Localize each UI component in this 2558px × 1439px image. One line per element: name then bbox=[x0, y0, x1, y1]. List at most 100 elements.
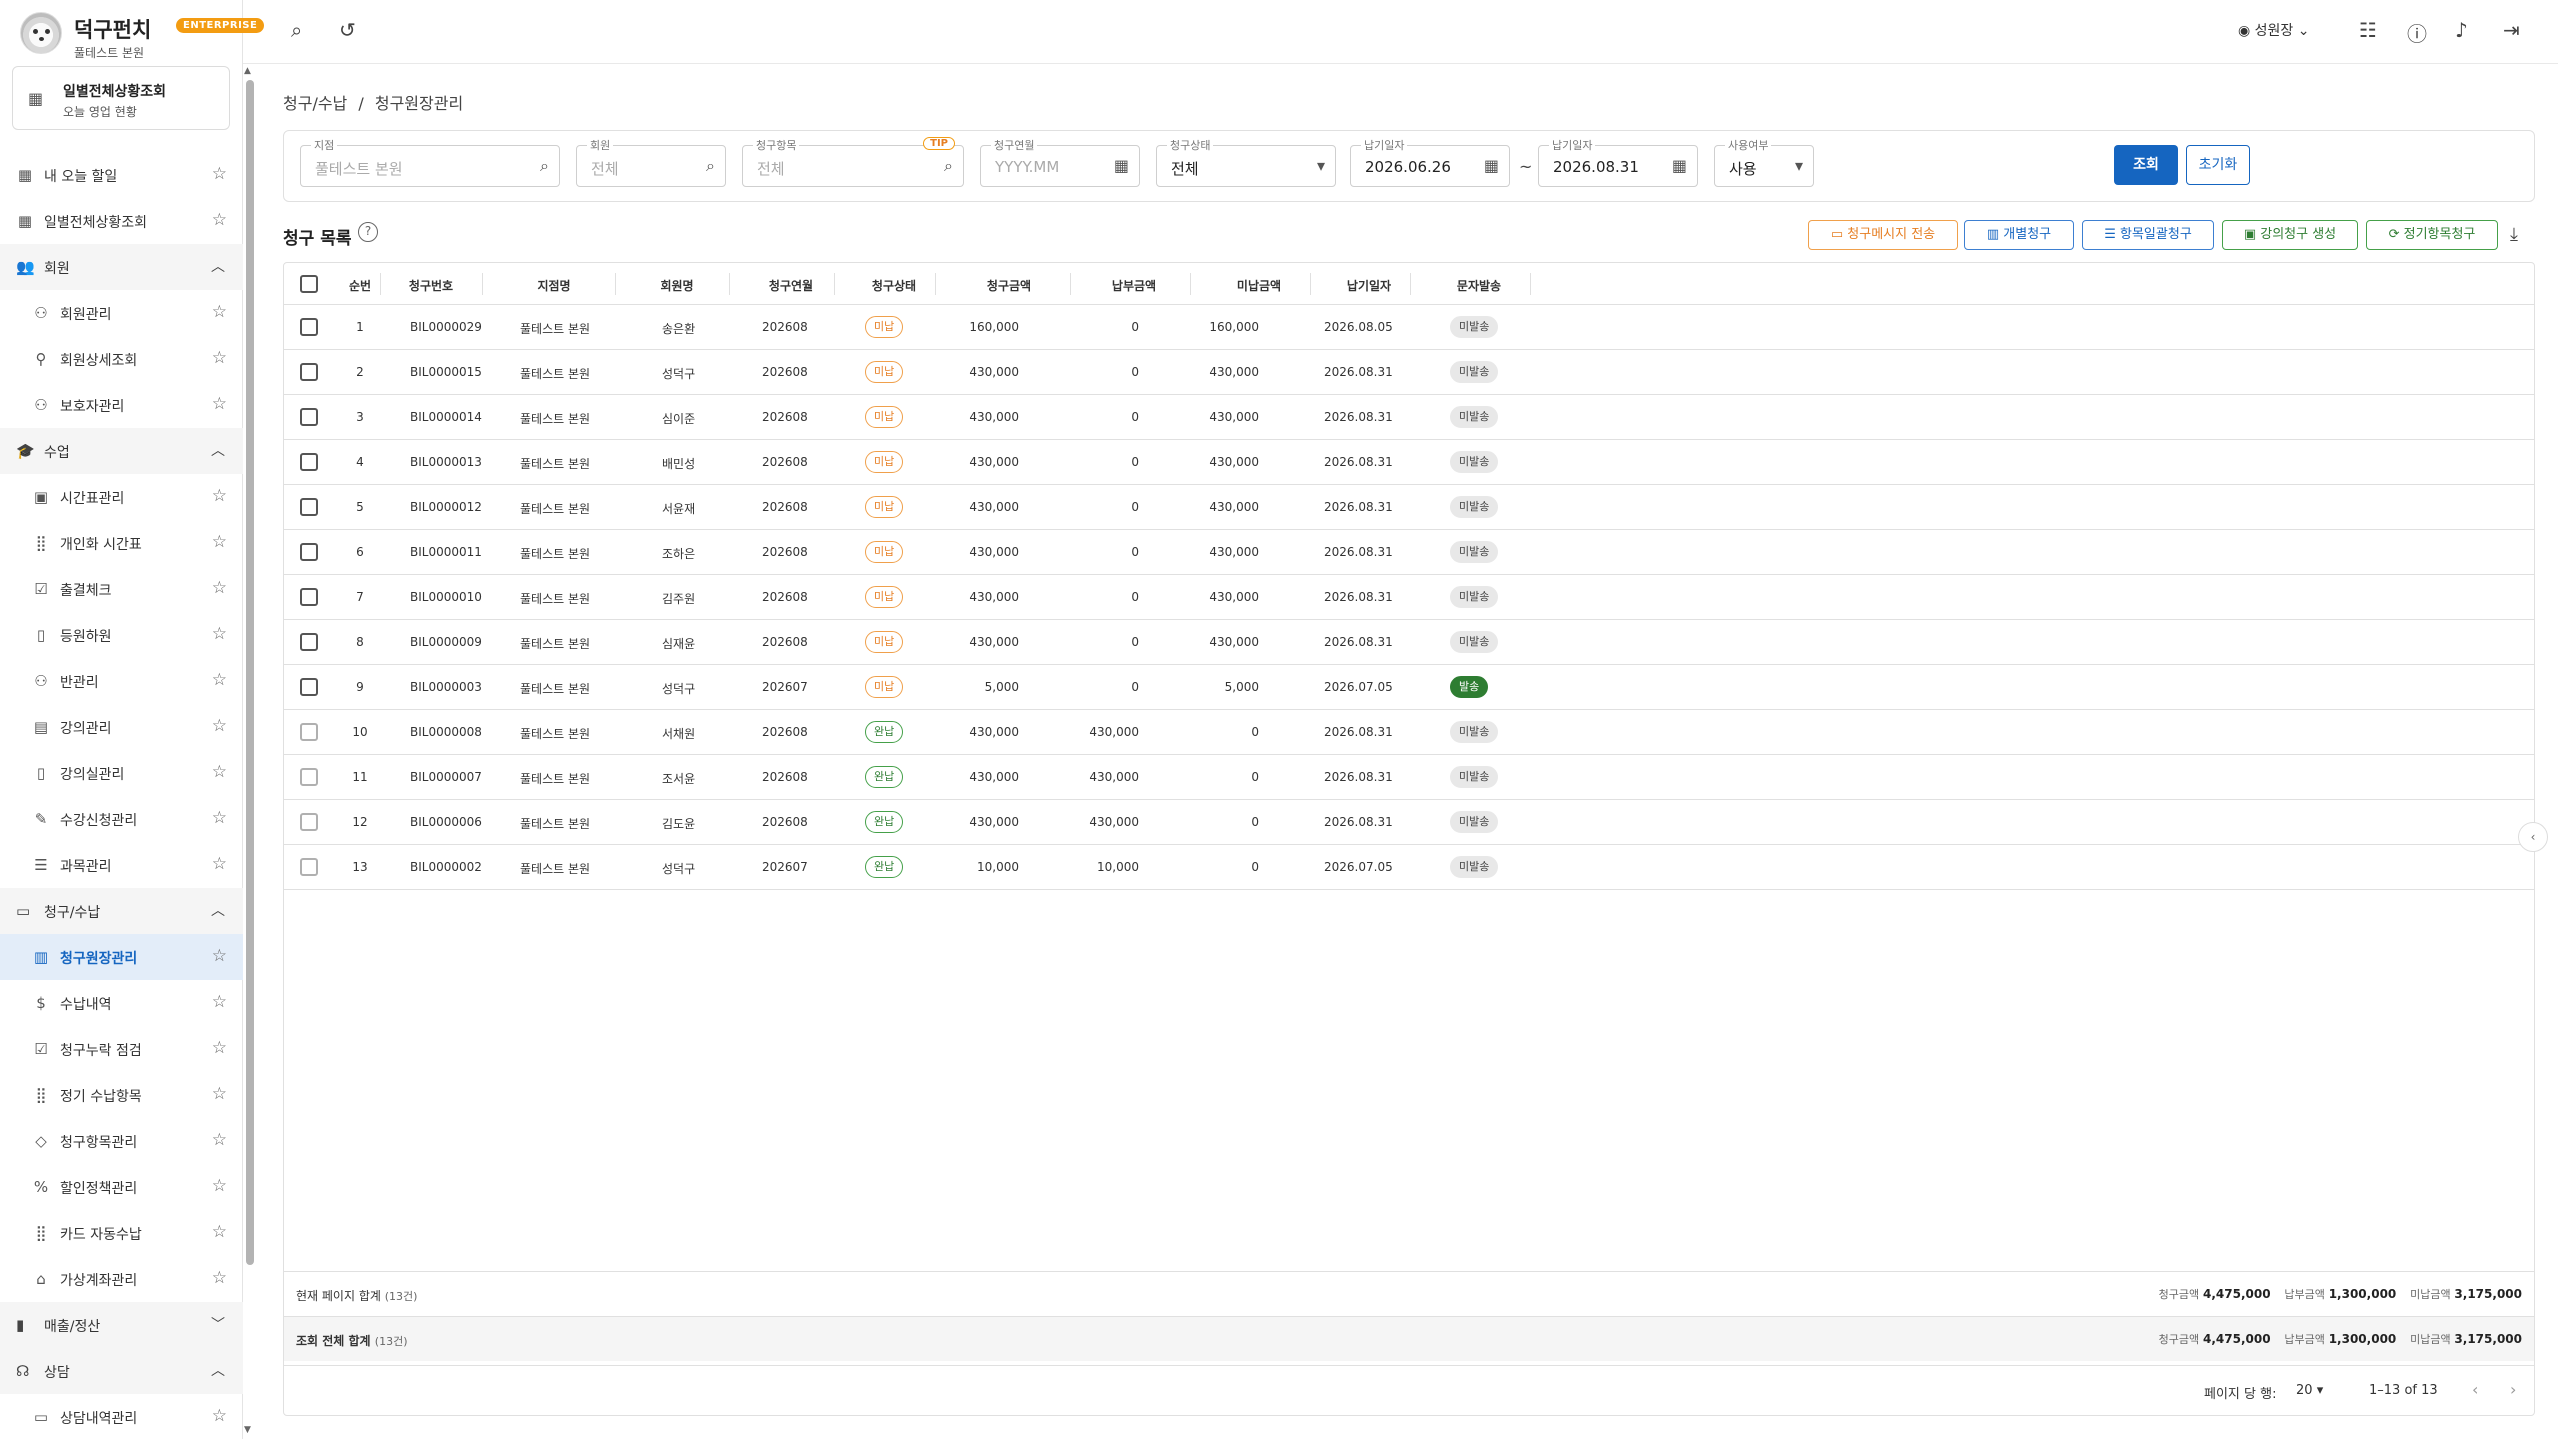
row-checkbox[interactable] bbox=[300, 453, 318, 471]
star-icon[interactable]: ☆ bbox=[212, 164, 227, 184]
column-header[interactable]: 지점명 bbox=[489, 277, 619, 294]
column-separator[interactable] bbox=[1530, 273, 1531, 295]
download-icon[interactable]: ⤓ bbox=[2510, 224, 2518, 245]
search-button[interactable]: 조회 bbox=[2114, 145, 2178, 185]
cell-member[interactable]: 송은환 bbox=[662, 320, 695, 337]
column-header[interactable]: 청구상태 bbox=[839, 277, 949, 294]
star-icon[interactable]: ☆ bbox=[212, 302, 227, 322]
sidebar-group[interactable]: 🎓 수업 ︿ bbox=[0, 428, 243, 474]
calendar-icon[interactable]: ▦ bbox=[1672, 156, 1687, 175]
table-row[interactable]: 8 BIL0000009 풀테스트 본원 심재윤 202608 미납 430,000 0 430… bbox=[284, 620, 2534, 665]
sidebar-item[interactable]: ☑ 출결체크 ☆ bbox=[0, 566, 243, 612]
star-icon[interactable]: ☆ bbox=[212, 1222, 227, 1242]
cell-bill-no[interactable]: BIL0000010 bbox=[410, 590, 482, 604]
star-icon[interactable]: ☆ bbox=[212, 578, 227, 598]
sidebar-group[interactable]: ☊ 상담 ︿ bbox=[0, 1348, 243, 1394]
cell-member[interactable]: 성덕구 bbox=[662, 365, 695, 382]
star-icon[interactable]: ☆ bbox=[212, 394, 227, 414]
bill-month-field[interactable]: 청구연월 YYYY.MM ▦ bbox=[980, 137, 1140, 187]
sidebar-group[interactable]: 👥 회원 ︿ bbox=[0, 244, 243, 290]
row-checkbox[interactable] bbox=[300, 723, 318, 741]
bill-item-field[interactable]: 청구항목 TIP 전체 ⌕ bbox=[742, 137, 964, 187]
sidebar-item[interactable]: ⣿ 개인화 시간표 ☆ bbox=[0, 520, 243, 566]
cell-member[interactable]: 심이준 bbox=[662, 410, 695, 427]
cell-bill-no[interactable]: BIL0000003 bbox=[410, 680, 482, 694]
sidebar-item[interactable]: ⚇ 보호자관리 ☆ bbox=[0, 382, 243, 428]
star-icon[interactable]: ☆ bbox=[212, 348, 227, 368]
scrollbar-thumb[interactable] bbox=[246, 80, 254, 1265]
column-header[interactable]: 청구금액 bbox=[944, 277, 1074, 294]
row-checkbox[interactable] bbox=[300, 678, 318, 696]
column-separator[interactable] bbox=[1190, 273, 1191, 295]
tip-badge[interactable]: TIP bbox=[923, 137, 955, 150]
lecture-bill-create-button[interactable]: ▣ 강의청구 생성 bbox=[2222, 220, 2358, 250]
cell-member[interactable]: 김주원 bbox=[662, 590, 695, 607]
send-bill-message-button[interactable]: ▭ 청구메시지 전송 bbox=[1808, 220, 1958, 250]
cell-member[interactable]: 성덕구 bbox=[662, 860, 695, 877]
column-separator[interactable] bbox=[834, 273, 835, 295]
cell-bill-no[interactable]: BIL0000002 bbox=[410, 860, 482, 874]
column-header[interactable]: 순번 bbox=[340, 277, 380, 294]
sidebar-item[interactable]: ⚇ 회원관리 ☆ bbox=[0, 290, 243, 336]
sidebar-item[interactable]: ☑ 청구누락 점검 ☆ bbox=[0, 1026, 243, 1072]
rows-per-page-select[interactable]: 20 ▾ bbox=[2296, 1383, 2323, 1398]
row-checkbox[interactable] bbox=[300, 858, 318, 876]
star-icon[interactable]: ☆ bbox=[212, 532, 227, 552]
star-icon[interactable]: ☆ bbox=[212, 210, 227, 230]
column-separator[interactable] bbox=[615, 273, 616, 295]
logout-icon[interactable]: ⇥ bbox=[2503, 18, 2520, 42]
cell-bill-no[interactable]: BIL0000029 bbox=[410, 320, 482, 334]
row-checkbox[interactable] bbox=[300, 768, 318, 786]
cell-bill-no[interactable]: BIL0000013 bbox=[410, 455, 482, 469]
column-separator[interactable] bbox=[935, 273, 936, 295]
sidebar-item[interactable]: ▭ 상담내역관리 ☆ bbox=[0, 1394, 243, 1439]
star-icon[interactable]: ☆ bbox=[212, 1268, 227, 1288]
column-separator[interactable] bbox=[380, 273, 381, 295]
row-checkbox[interactable] bbox=[300, 543, 318, 561]
chevron-up-icon[interactable]: ︿ bbox=[211, 256, 225, 276]
due-date-from-field[interactable]: 납기일자 2026.06.26 ▦ bbox=[1350, 137, 1510, 187]
sidebar-item[interactable]: ✎ 수강신청관리 ☆ bbox=[0, 796, 243, 842]
cell-member[interactable]: 김도윤 bbox=[662, 815, 695, 832]
sidebar-item[interactable]: ⣿ 정기 수납항목 ☆ bbox=[0, 1072, 243, 1118]
history-icon[interactable]: ↺ bbox=[339, 18, 356, 42]
cell-bill-no[interactable]: BIL0000009 bbox=[410, 635, 482, 649]
row-checkbox[interactable] bbox=[300, 318, 318, 336]
select-all-checkbox[interactable] bbox=[300, 275, 318, 293]
brand[interactable]: 덕구펀치 ENTERPRISE 풀테스트 본원 bbox=[20, 8, 265, 60]
row-checkbox[interactable] bbox=[300, 408, 318, 426]
chevron-up-icon[interactable]: ︿ bbox=[211, 900, 225, 920]
chevron-up-icon[interactable]: ︿ bbox=[211, 440, 225, 460]
search-icon[interactable]: ⌕ bbox=[706, 156, 715, 176]
prev-page-icon[interactable]: ‹ bbox=[2472, 1380, 2478, 1399]
star-icon[interactable]: ☆ bbox=[212, 762, 227, 782]
cell-member[interactable]: 배민성 bbox=[662, 455, 695, 472]
star-icon[interactable]: ☆ bbox=[212, 992, 227, 1012]
scroll-down-icon[interactable]: ▼ bbox=[244, 1425, 251, 1435]
star-icon[interactable]: ☆ bbox=[212, 854, 227, 874]
individual-bill-button[interactable]: ▥ 개별청구 bbox=[1964, 220, 2074, 250]
use-select[interactable]: 사용여부 사용 ▾ bbox=[1714, 137, 1814, 187]
table-row[interactable]: 7 BIL0000010 풀테스트 본원 김주원 202608 미납 430,000 0 430… bbox=[284, 575, 2534, 620]
cell-bill-no[interactable]: BIL0000015 bbox=[410, 365, 482, 379]
star-icon[interactable]: ☆ bbox=[212, 486, 227, 506]
table-row[interactable]: 1 BIL0000029 풀테스트 본원 송은환 202608 미납 160,000 0 160… bbox=[284, 305, 2534, 350]
search-icon[interactable]: ⌕ bbox=[540, 156, 549, 176]
table-row[interactable]: 12 BIL0000006 풀테스트 본원 김도윤 202608 완납 430,000 430… bbox=[284, 800, 2534, 845]
member-field[interactable]: 회원 전체 ⌕ bbox=[576, 137, 726, 187]
scroll-up-icon[interactable]: ▲ bbox=[244, 66, 251, 76]
column-header[interactable]: 회원명 bbox=[622, 277, 732, 294]
settings-sliders-icon[interactable]: ☷ bbox=[2359, 18, 2377, 42]
branch-field[interactable]: 지점 풀테스트 본원 ⌕ bbox=[300, 137, 560, 187]
row-checkbox[interactable] bbox=[300, 363, 318, 381]
sidebar-item[interactable]: $ 수납내역 ☆ bbox=[0, 980, 243, 1026]
table-row[interactable]: 6 BIL0000011 풀테스트 본원 조하은 202608 미납 430,000 0 430… bbox=[284, 530, 2534, 575]
sidebar-group[interactable]: ▮ 매출/정산 ﹀ bbox=[0, 1302, 243, 1348]
table-row[interactable]: 9 BIL0000003 풀테스트 본원 성덕구 202607 미납 5,000 0 5,000… bbox=[284, 665, 2534, 710]
bill-status-select[interactable]: 청구상태 전체 ▾ bbox=[1156, 137, 1336, 187]
search-icon[interactable]: ⌕ bbox=[944, 156, 953, 176]
row-checkbox[interactable] bbox=[300, 498, 318, 516]
cell-bill-no[interactable]: BIL0000011 bbox=[410, 545, 482, 559]
help-icon[interactable]: ⓘ bbox=[2407, 18, 2427, 47]
table-row[interactable]: 11 BIL0000007 풀테스트 본원 조서윤 202608 완납 430,000 430… bbox=[284, 755, 2534, 800]
